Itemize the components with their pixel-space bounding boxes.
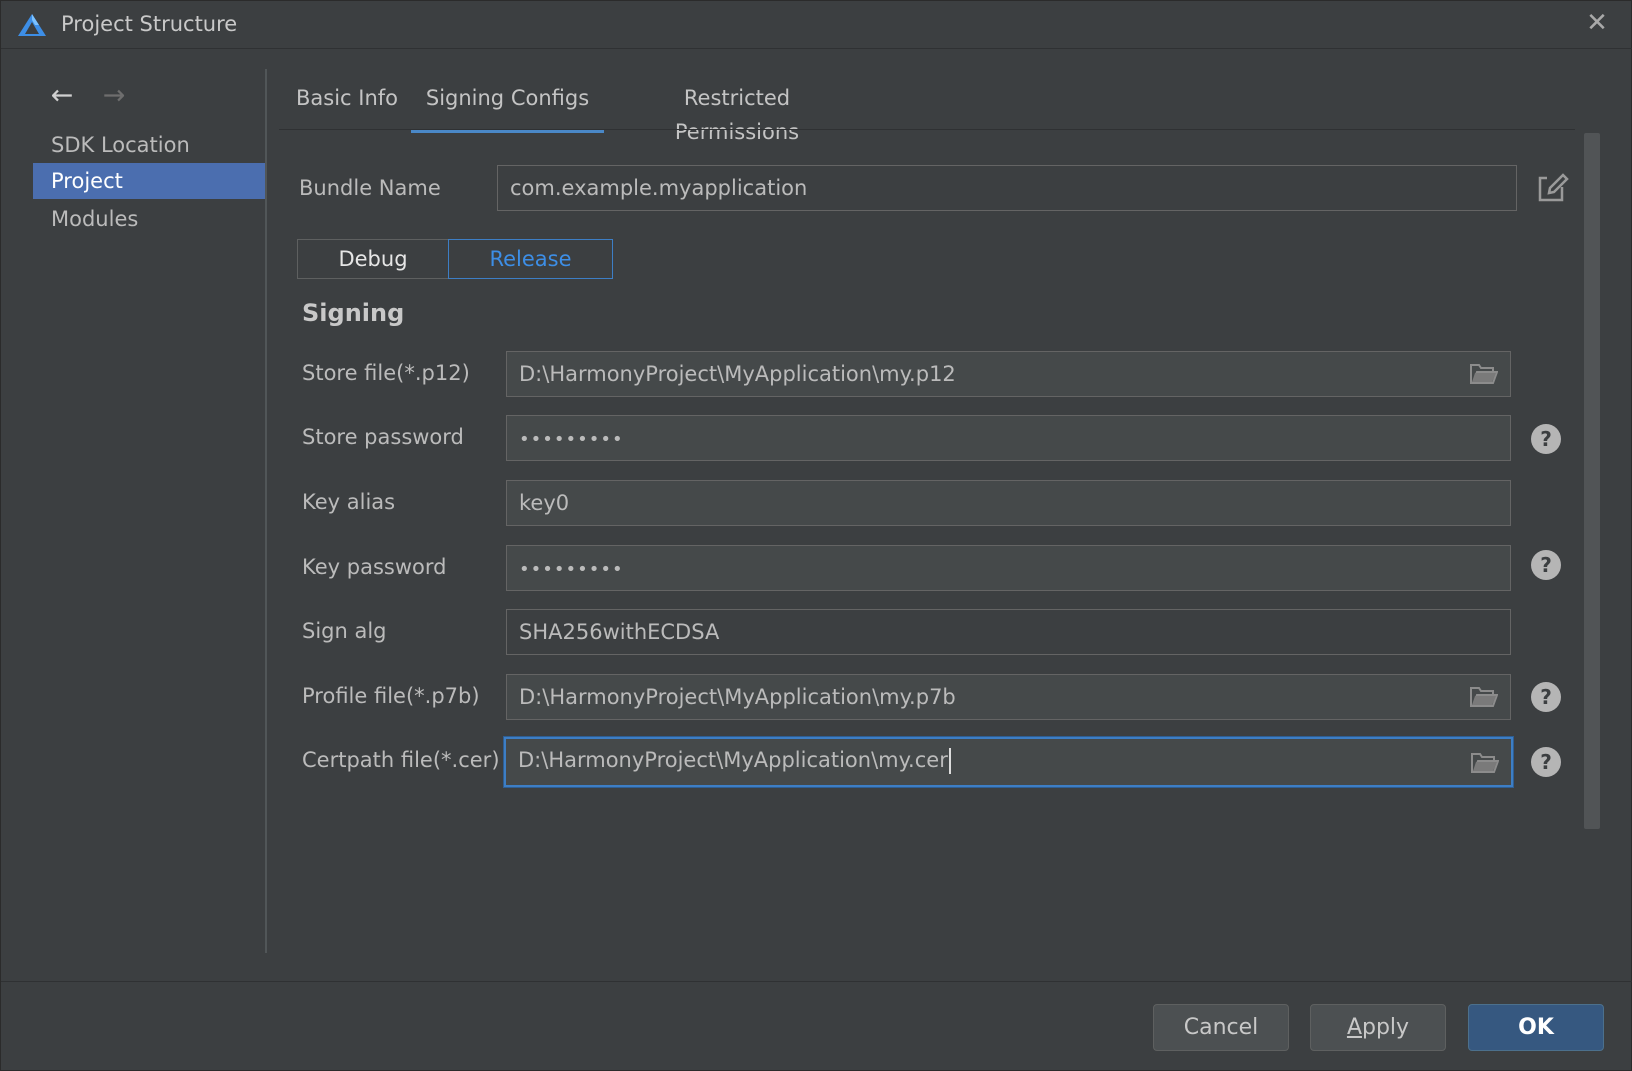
- bundle-name-label: Bundle Name: [299, 176, 441, 200]
- bundle-name-field[interactable]: com.example.myapplication: [497, 165, 1517, 211]
- profile-file-help-icon[interactable]: ?: [1531, 682, 1561, 712]
- sidebar-item-project[interactable]: Project: [33, 163, 265, 199]
- tab-signing-configs[interactable]: Signing Configs: [411, 81, 604, 133]
- tab-basic-info[interactable]: Basic Info: [295, 81, 399, 129]
- close-button[interactable]: ✕: [1583, 9, 1611, 37]
- store-password-help-icon[interactable]: ?: [1531, 424, 1561, 454]
- folder-icon[interactable]: [1471, 752, 1499, 774]
- signing-section-title: Signing: [302, 299, 405, 327]
- certpath-file-help-icon[interactable]: ?: [1531, 747, 1561, 777]
- folder-icon[interactable]: [1470, 363, 1498, 385]
- certpath-file-field[interactable]: D:\HarmonyProject\MyApplication\my.cer: [504, 737, 1513, 787]
- window-title: Project Structure: [61, 12, 238, 36]
- footer-divider: [1, 981, 1632, 982]
- key-alias-field[interactable]: key0: [506, 480, 1511, 526]
- key-password-label: Key password: [302, 555, 447, 579]
- key-password-help-icon[interactable]: ?: [1531, 550, 1561, 580]
- profile-file-value: D:\HarmonyProject\MyApplication\my.p7b: [519, 685, 956, 709]
- cancel-button[interactable]: Cancel: [1153, 1004, 1289, 1051]
- back-arrow-icon[interactable]: ←: [47, 81, 77, 111]
- sidebar-item-modules[interactable]: Modules: [33, 201, 265, 237]
- store-file-field[interactable]: D:\HarmonyProject\MyApplication\my.p12: [506, 351, 1511, 397]
- profile-file-label: Profile file(*.p7b): [302, 684, 480, 708]
- title-bar: Project Structure ✕: [1, 1, 1632, 49]
- key-password-field[interactable]: •••••••••: [506, 545, 1511, 591]
- store-password-value: •••••••••: [519, 429, 624, 450]
- store-password-label: Store password: [302, 425, 464, 449]
- ok-button[interactable]: OK: [1468, 1004, 1604, 1051]
- sign-alg-field[interactable]: SHA256withECDSA: [506, 609, 1511, 655]
- key-alias-value: key0: [519, 491, 570, 515]
- sign-alg-label: Sign alg: [302, 619, 387, 643]
- store-file-label: Store file(*.p12): [302, 361, 470, 385]
- app-logo-icon: [18, 14, 46, 36]
- profile-file-field[interactable]: D:\HarmonyProject\MyApplication\my.p7b: [506, 674, 1511, 720]
- folder-icon[interactable]: [1470, 686, 1498, 708]
- sidebar-divider: [265, 69, 267, 953]
- release-toggle-button[interactable]: Release: [448, 239, 613, 279]
- apply-button[interactable]: Apply: [1310, 1004, 1446, 1051]
- text-caret: [948, 748, 951, 774]
- tabs-divider: [279, 129, 1575, 130]
- project-structure-dialog: Project Structure ✕ ← → SDK Location Pro…: [0, 0, 1632, 1071]
- scrollbar-thumb[interactable]: [1584, 133, 1600, 829]
- key-alias-label: Key alias: [302, 490, 396, 514]
- store-password-field[interactable]: •••••••••: [506, 415, 1511, 461]
- debug-toggle-button[interactable]: Debug: [297, 239, 449, 279]
- certpath-file-label: Certpath file(*.cer): [302, 748, 500, 772]
- edit-icon[interactable]: [1537, 173, 1569, 205]
- sign-alg-value: SHA256withECDSA: [519, 620, 720, 644]
- forward-arrow-icon: →: [102, 80, 126, 111]
- tab-restricted-permissions[interactable]: Restricted Permissions: [621, 81, 853, 144]
- sidebar-item-sdk-location[interactable]: SDK Location: [33, 127, 265, 163]
- certpath-file-value: D:\HarmonyProject\MyApplication\my.cer: [518, 748, 948, 772]
- store-file-value: D:\HarmonyProject\MyApplication\my.p12: [519, 362, 956, 386]
- key-password-value: •••••••••: [519, 559, 624, 580]
